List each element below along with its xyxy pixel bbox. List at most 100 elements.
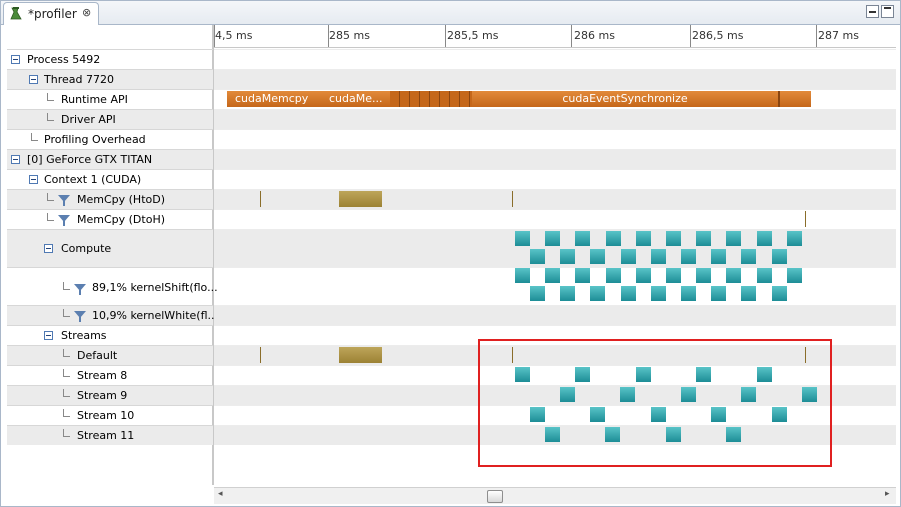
tree-row-compute[interactable]: Compute bbox=[7, 229, 213, 267]
tree-row-stream-11[interactable]: Stream 11 bbox=[7, 425, 213, 445]
kernel-block[interactable] bbox=[650, 249, 666, 264]
scrollbar-thumb[interactable] bbox=[487, 490, 503, 503]
kernel-block[interactable] bbox=[545, 231, 561, 246]
tree-label: 89,1% kernelShift(flo... bbox=[92, 281, 218, 294]
kernel-block[interactable] bbox=[575, 231, 591, 246]
api-call-bar[interactable]: cudaMemcpy bbox=[227, 91, 325, 107]
memcpy-bar[interactable] bbox=[339, 347, 382, 363]
profiler-view: *profiler ⊗ 4,5 ms 285 ms 285,5 ms 286 m… bbox=[0, 0, 901, 507]
kernel-block[interactable] bbox=[741, 249, 757, 264]
tree-row-stream-8[interactable]: Stream 8 bbox=[7, 365, 213, 385]
ruler-tick bbox=[690, 25, 691, 47]
kernel-block[interactable] bbox=[711, 249, 727, 264]
kernel-block[interactable] bbox=[560, 286, 576, 301]
tab-profiler[interactable]: *profiler ⊗ bbox=[3, 2, 99, 25]
kernel-block[interactable] bbox=[530, 249, 545, 264]
kernel-block[interactable] bbox=[620, 286, 636, 301]
tree-connector bbox=[63, 389, 70, 397]
kernel-block[interactable] bbox=[771, 286, 787, 301]
tab-title: *profiler bbox=[28, 7, 77, 21]
kernel-block[interactable] bbox=[681, 249, 696, 264]
api-call-bar[interactable]: cudaEventSynchronize bbox=[472, 91, 778, 107]
kernel-block[interactable] bbox=[681, 286, 696, 301]
tab-close-icon[interactable]: ⊗ bbox=[82, 6, 91, 19]
memcpy-bar[interactable] bbox=[339, 191, 382, 207]
memcpy-bar[interactable] bbox=[260, 191, 261, 207]
kernel-block[interactable] bbox=[696, 231, 712, 246]
filter-funnel-icon[interactable] bbox=[58, 195, 70, 206]
tree-row-process[interactable]: Process 5492 bbox=[7, 49, 213, 69]
tree-label: Driver API bbox=[61, 113, 116, 126]
api-call-bar[interactable] bbox=[778, 91, 811, 107]
tree-row-memcpy-htod[interactable]: MemCpy (HtoD) bbox=[7, 189, 213, 209]
kernel-block[interactable] bbox=[545, 268, 561, 283]
kernel-block[interactable] bbox=[515, 231, 530, 246]
kernel-block[interactable] bbox=[771, 249, 787, 264]
lane-process bbox=[214, 49, 896, 69]
kernel-block[interactable] bbox=[756, 231, 772, 246]
kernel-block[interactable] bbox=[575, 268, 591, 283]
tab-bar: *profiler ⊗ bbox=[1, 1, 900, 25]
kernel-block[interactable] bbox=[560, 249, 576, 264]
highlight-annotation-box bbox=[478, 339, 832, 467]
kernel-block[interactable] bbox=[666, 268, 681, 283]
kernel-block[interactable] bbox=[590, 249, 606, 264]
tree-expander-icon[interactable] bbox=[11, 55, 20, 64]
kernel-block[interactable] bbox=[605, 268, 621, 283]
kernel-block[interactable] bbox=[530, 286, 545, 301]
kernel-block[interactable] bbox=[786, 231, 802, 246]
kernel-block[interactable] bbox=[726, 231, 742, 246]
api-call-bar[interactable]: cudaMe... bbox=[321, 91, 390, 107]
kernel-block[interactable] bbox=[741, 286, 757, 301]
kernel-block[interactable] bbox=[635, 231, 651, 246]
tree-row-kernel-shift[interactable]: 89,1% kernelShift(flo... bbox=[7, 267, 218, 305]
scroll-left-icon[interactable]: ◂ bbox=[218, 489, 223, 499]
kernel-block[interactable] bbox=[605, 231, 621, 246]
kernel-block[interactable] bbox=[786, 268, 802, 283]
scroll-right-icon[interactable]: ▸ bbox=[885, 489, 890, 499]
kernel-block[interactable] bbox=[590, 286, 606, 301]
kernel-block[interactable] bbox=[515, 268, 530, 283]
tree-row-thread[interactable]: Thread 7720 bbox=[7, 69, 213, 89]
tree-row-device[interactable]: [0] GeForce GTX TITAN bbox=[7, 149, 213, 169]
tree-expander-icon[interactable] bbox=[11, 155, 20, 164]
filter-funnel-icon[interactable] bbox=[58, 215, 70, 226]
kernel-block[interactable] bbox=[756, 268, 772, 283]
tree-connector bbox=[63, 309, 70, 317]
tree-label: Process 5492 bbox=[27, 53, 101, 66]
api-call-bar[interactable] bbox=[390, 91, 476, 107]
tree-expander-icon[interactable] bbox=[29, 75, 38, 84]
tree-row-profiling-overhead[interactable]: Profiling Overhead bbox=[7, 129, 213, 149]
tree-row-context[interactable]: Context 1 (CUDA) bbox=[7, 169, 213, 189]
tree-row-stream-default[interactable]: Default bbox=[7, 345, 213, 365]
kernel-block[interactable] bbox=[696, 268, 712, 283]
kernel-block[interactable] bbox=[650, 286, 666, 301]
memcpy-bar[interactable] bbox=[512, 191, 513, 207]
tree-expander-icon[interactable] bbox=[44, 244, 53, 253]
tree-expander-icon[interactable] bbox=[44, 331, 53, 340]
memcpy-bar[interactable] bbox=[805, 211, 806, 227]
tree-row-driver-api[interactable]: Driver API bbox=[7, 109, 213, 129]
tree-row-memcpy-dtoh[interactable]: MemCpy (DtoH) bbox=[7, 209, 213, 229]
tree-row-streams[interactable]: Streams bbox=[7, 325, 213, 345]
horizontal-scrollbar[interactable]: ◂ ▸ bbox=[214, 487, 896, 504]
kernel-block[interactable] bbox=[711, 286, 727, 301]
ruler-label: 287 ms bbox=[818, 29, 859, 42]
maximize-icon[interactable] bbox=[881, 5, 894, 18]
filter-funnel-icon[interactable] bbox=[74, 311, 86, 322]
ruler-label: 286 ms bbox=[574, 29, 615, 42]
kernel-block[interactable] bbox=[620, 249, 636, 264]
tree-row-stream-10[interactable]: Stream 10 bbox=[7, 405, 213, 425]
kernel-block[interactable] bbox=[666, 231, 681, 246]
tree-label: Streams bbox=[61, 329, 107, 342]
kernel-block[interactable] bbox=[635, 268, 651, 283]
tree-row-runtime-api[interactable]: Runtime API bbox=[7, 89, 213, 109]
minimize-icon[interactable] bbox=[866, 5, 879, 18]
memcpy-bar[interactable] bbox=[260, 347, 261, 363]
filter-funnel-icon[interactable] bbox=[74, 284, 86, 295]
tree-row-kernel-white[interactable]: 10,9% kernelWhite(fl... bbox=[7, 305, 218, 325]
tree-row-stream-9[interactable]: Stream 9 bbox=[7, 385, 213, 405]
tree-label: Runtime API bbox=[61, 93, 128, 106]
tree-expander-icon[interactable] bbox=[29, 175, 38, 184]
kernel-block[interactable] bbox=[726, 268, 742, 283]
